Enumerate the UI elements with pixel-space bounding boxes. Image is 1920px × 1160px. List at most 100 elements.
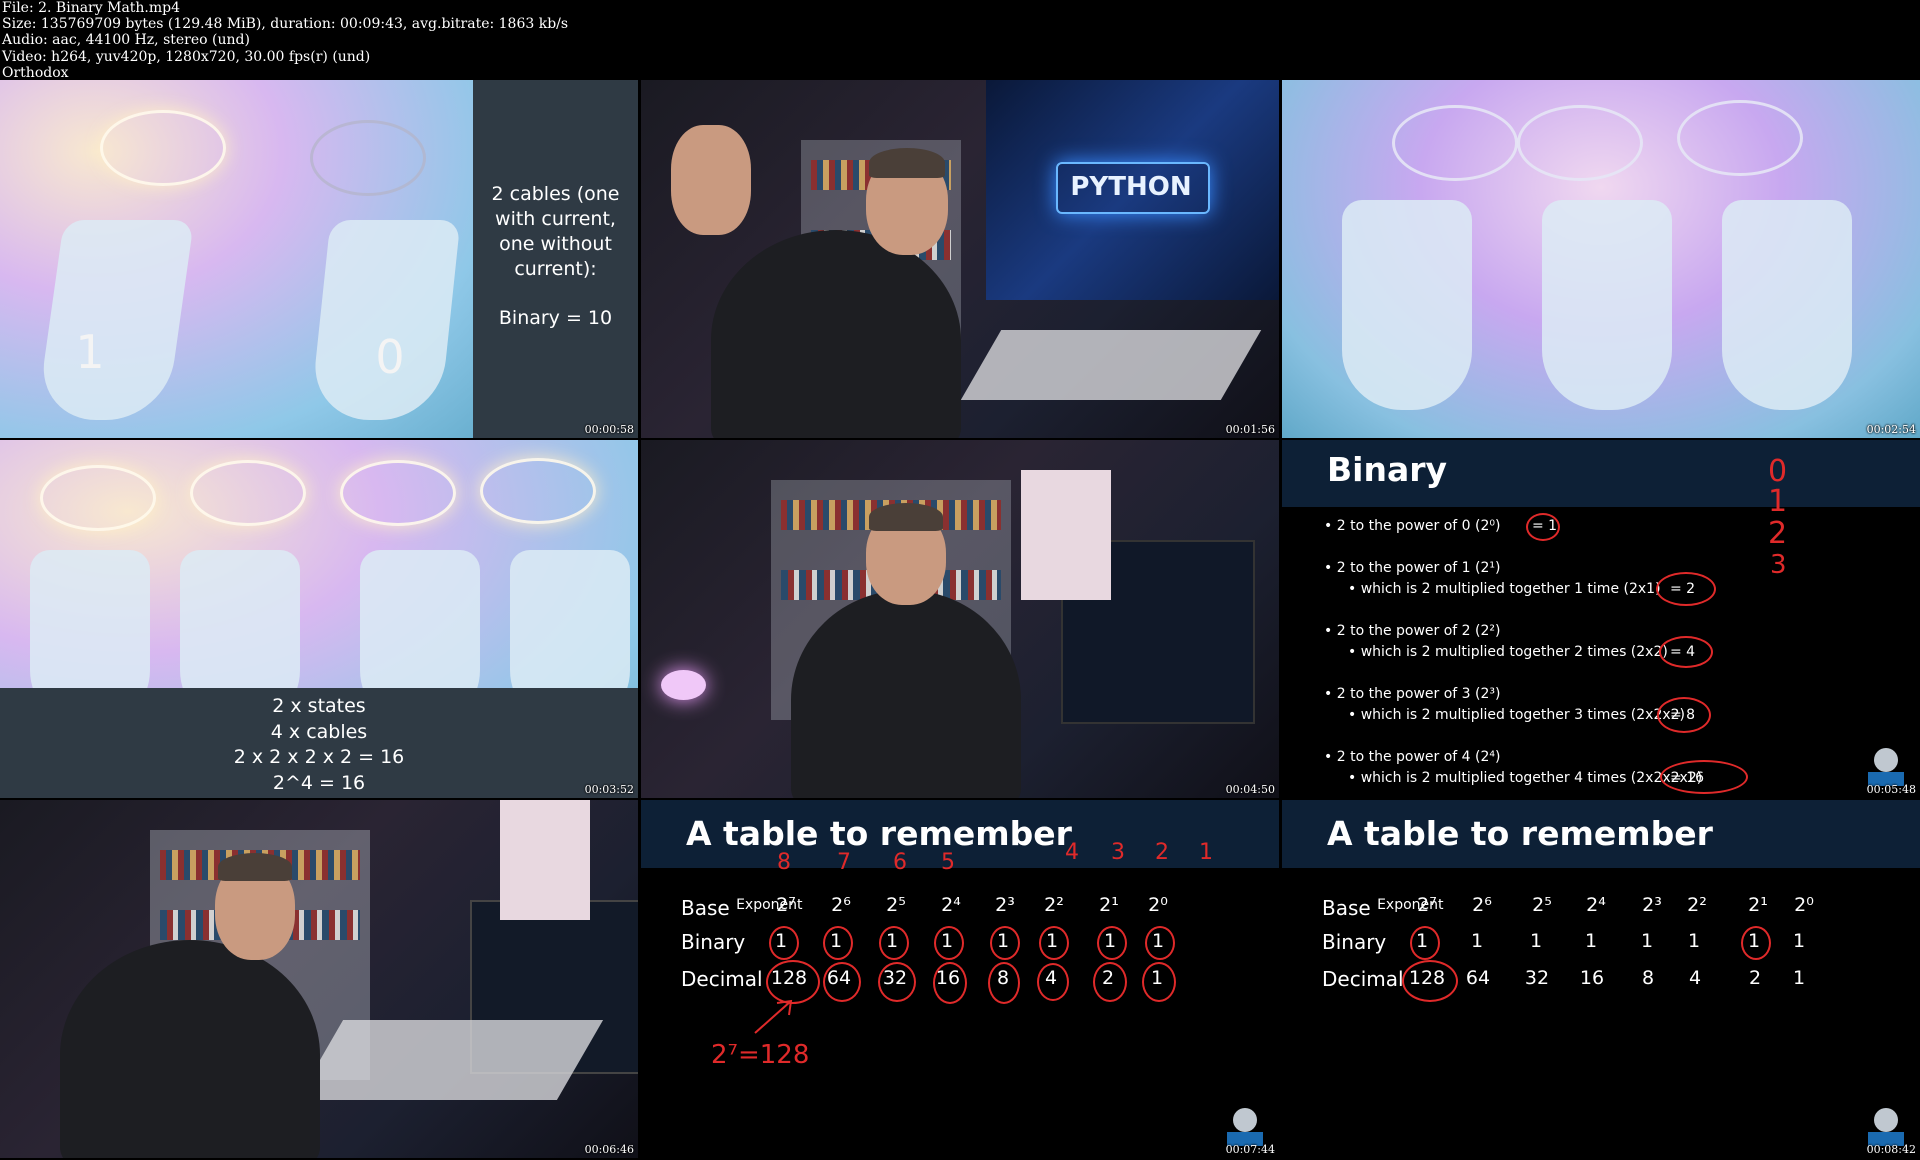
presenter-hair xyxy=(869,148,945,178)
annotation-circle xyxy=(1097,926,1127,960)
thumbnail-9[interactable]: A table to remember Base Exponent Binary… xyxy=(1282,800,1920,1158)
timestamp: 00:01:56 xyxy=(1225,423,1275,436)
wall-poster xyxy=(500,800,590,920)
row-label-binary: Binary xyxy=(681,930,746,954)
lamp xyxy=(661,670,706,700)
power-cell: 2² xyxy=(1687,894,1707,916)
handwritten-annotation: 1 xyxy=(1199,840,1213,865)
thumbnail-2[interactable]: PYTHON 00:01:56 xyxy=(641,80,1279,438)
light-coil-off xyxy=(310,120,426,196)
timestamp: 00:04:50 xyxy=(1225,783,1275,796)
label-one: 1 xyxy=(75,325,105,379)
keyboard xyxy=(960,330,1262,400)
power-cell: 2⁴ xyxy=(941,894,961,916)
annotation-circle xyxy=(988,962,1020,1004)
light-coil xyxy=(480,458,596,524)
annotation-circle xyxy=(1656,572,1716,606)
battery-pack xyxy=(309,220,461,420)
annotation-circle xyxy=(1659,636,1713,668)
david-bombal-logo-icon xyxy=(1868,1108,1904,1146)
bullet-item: • 2 to the power of 1 (2¹) xyxy=(1324,560,1501,576)
power-cell: 2¹ xyxy=(1748,894,1768,916)
thumbnail-4[interactable]: 2 x states 4 x cables 2 x 2 x 2 x 2 = 16… xyxy=(0,440,638,798)
annotation-circle xyxy=(1657,697,1711,733)
arrow-icon xyxy=(754,999,793,1034)
annotation-circle xyxy=(823,962,861,1002)
presenter-body xyxy=(791,590,1021,798)
battery-pack xyxy=(1722,200,1852,410)
battery-pack xyxy=(35,220,195,420)
file-info: File: 2. Binary Math.mp4 Size: 135769709… xyxy=(2,0,902,81)
david-bombal-logo-icon xyxy=(1868,748,1904,786)
wall-poster xyxy=(1021,470,1111,600)
handwritten-annotation: 2 xyxy=(1768,516,1788,551)
timestamp: 00:02:54 xyxy=(1866,423,1916,436)
panel-line: 2 cables (one xyxy=(491,183,620,205)
thumbnail-7[interactable]: 00:06:46 xyxy=(0,800,638,1158)
video-info: Video: h264, yuv420p, 1280x720, 30.00 fp… xyxy=(2,48,371,65)
power-cell: 2⁰ xyxy=(1148,894,1168,916)
thumbnail-8[interactable]: A table to remember Base Exponent Binary… xyxy=(641,800,1279,1158)
decimal-cell: 2 xyxy=(1748,967,1762,989)
light-coil xyxy=(1392,105,1518,181)
light-coil xyxy=(190,460,306,526)
annotation-circle xyxy=(1037,963,1069,1001)
bullet-item: • 2 to the power of 4 (2⁴) xyxy=(1324,749,1501,765)
annotation-circle xyxy=(933,962,967,1004)
binary-cell: 1 xyxy=(1792,930,1806,952)
bullet-subitem: • which is 2 multiplied together 1 time … xyxy=(1348,581,1661,597)
annotation-circle xyxy=(1526,513,1560,541)
presenter-hair xyxy=(869,503,943,531)
thumbnail-1[interactable]: 1 0 xyxy=(0,80,473,438)
thumbnail-6[interactable]: Binary • 2 to the power of 0 (2⁰) = 1 • … xyxy=(1282,440,1920,798)
handwritten-annotation: 7 xyxy=(837,850,851,875)
power-cell: 2² xyxy=(1044,894,1064,916)
decimal-cell: 1 xyxy=(1792,967,1806,989)
presenter-hair xyxy=(218,853,292,881)
timestamp: 00:08:42 xyxy=(1866,1143,1916,1156)
battery-pack xyxy=(1542,200,1672,410)
file-name: File: 2. Binary Math.mp4 xyxy=(2,0,181,16)
light-coil xyxy=(340,460,456,526)
bullet-subitem: • which is 2 multiplied together 4 times… xyxy=(1348,770,1703,786)
power-cell: 2⁴ xyxy=(1586,894,1606,916)
presenter-body xyxy=(60,940,320,1158)
thumbnail-3[interactable]: 00:02:54 xyxy=(1282,80,1920,438)
decimal-cell: 64 xyxy=(1465,967,1491,989)
annotation-circle xyxy=(878,962,916,1002)
explanation-panel: 2 x states 4 x cables 2 x 2 x 2 x 2 = 16… xyxy=(0,688,638,798)
light-coil xyxy=(1677,100,1803,176)
annotation-circle xyxy=(1142,962,1176,1002)
annotation-circle xyxy=(1039,926,1069,960)
bullet-item: • 2 to the power of 2 (2²) xyxy=(1324,623,1501,639)
annotation-circle xyxy=(990,926,1020,960)
decimal-cell: 16 xyxy=(1579,967,1605,989)
battery-pack xyxy=(1342,200,1472,410)
timestamp: 00:06:46 xyxy=(584,1143,634,1156)
timestamp: 00:05:48 xyxy=(1866,783,1916,796)
row-label-decimal: Decimal xyxy=(681,967,763,991)
handwritten-annotation: 4 xyxy=(1065,840,1079,865)
file-size: Size: 135769709 bytes (129.48 MiB), dura… xyxy=(2,16,569,33)
bullet-subitem: • which is 2 multiplied together 2 times… xyxy=(1348,644,1668,660)
annotation-circle xyxy=(934,926,964,960)
presenter-body xyxy=(711,230,961,438)
audio-info: Audio: aac, 44100 Hz, stereo (und) xyxy=(2,32,250,49)
thumbnail-5[interactable]: 00:04:50 xyxy=(641,440,1279,798)
binary-cell: 1 xyxy=(1687,930,1701,952)
power-cell: 2⁶ xyxy=(831,894,851,916)
binary-cell: 1 xyxy=(1529,930,1543,952)
slide-title: A table to remember xyxy=(1327,814,1713,853)
handwritten-annotation: 3 xyxy=(1770,550,1787,580)
power-cell: 2⁷ xyxy=(1417,894,1437,916)
panel-line: 2 x states xyxy=(272,695,366,717)
bullet-subitem: • which is 2 multiplied together 3 times… xyxy=(1348,707,1686,723)
row-label-decimal: Decimal xyxy=(1322,967,1404,991)
annotation-circle xyxy=(1402,960,1458,1002)
power-cell: 2¹ xyxy=(1099,894,1119,916)
panel-line: 2^4 = 16 xyxy=(272,771,366,794)
panel-line: current): xyxy=(514,258,597,280)
bullet-item: • 2 to the power of 0 (2⁰) xyxy=(1324,518,1501,534)
binary-cell: 1 xyxy=(1584,930,1598,952)
handwritten-annotation: 8 xyxy=(777,850,791,875)
